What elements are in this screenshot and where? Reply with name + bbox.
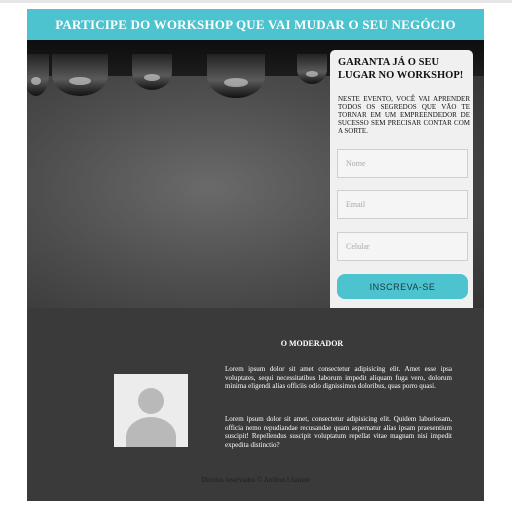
subscribe-button[interactable]: INSCREVA-SE: [337, 274, 468, 299]
avatar: [114, 374, 188, 447]
moderator-bio-2: Lorem ipsum dolor sit amet, consectetur …: [225, 415, 452, 449]
water-drop-image: [132, 54, 172, 90]
top-banner: PARTICIPE DO WORKSHOP QUE VAI MUDAR O SE…: [27, 9, 484, 40]
landing-page: PARTICIPE DO WORKSHOP QUE VAI MUDAR O SE…: [27, 9, 484, 501]
form-title: GARANTA JÁ O SEU LUGAR NO WORKSHOP!: [338, 57, 464, 81]
water-drop-image: [297, 54, 327, 84]
name-input[interactable]: Nome: [337, 149, 468, 178]
phone-input[interactable]: Celular: [337, 232, 468, 261]
browser-top-line: [0, 0, 512, 3]
water-drop-image: [27, 54, 49, 96]
banner-title: PARTICIPE DO WORKSHOP QUE VAI MUDAR O SE…: [55, 16, 456, 32]
signup-form: GARANTA JÁ O SEU LUGAR NO WORKSHOP! NEST…: [330, 50, 473, 308]
moderator-bio-1: Lorem ipsum dolor sit amet consectetur a…: [225, 365, 452, 390]
moderator-heading: O MODERADOR: [280, 339, 344, 348]
footer-copyright: Direitos reservados © Anilton Lhanine: [201, 476, 310, 484]
avatar-body-icon: [126, 417, 176, 447]
form-description: NESTE EVENTO, VOCÊ VAI APRENDER TODOS OS…: [338, 95, 470, 135]
hero-image: GARANTA JÁ O SEU LUGAR NO WORKSHOP! NEST…: [27, 40, 484, 308]
water-drop-image: [52, 54, 108, 96]
water-drop-image: [207, 54, 265, 98]
email-input[interactable]: Email: [337, 190, 468, 219]
avatar-head-icon: [138, 388, 164, 414]
